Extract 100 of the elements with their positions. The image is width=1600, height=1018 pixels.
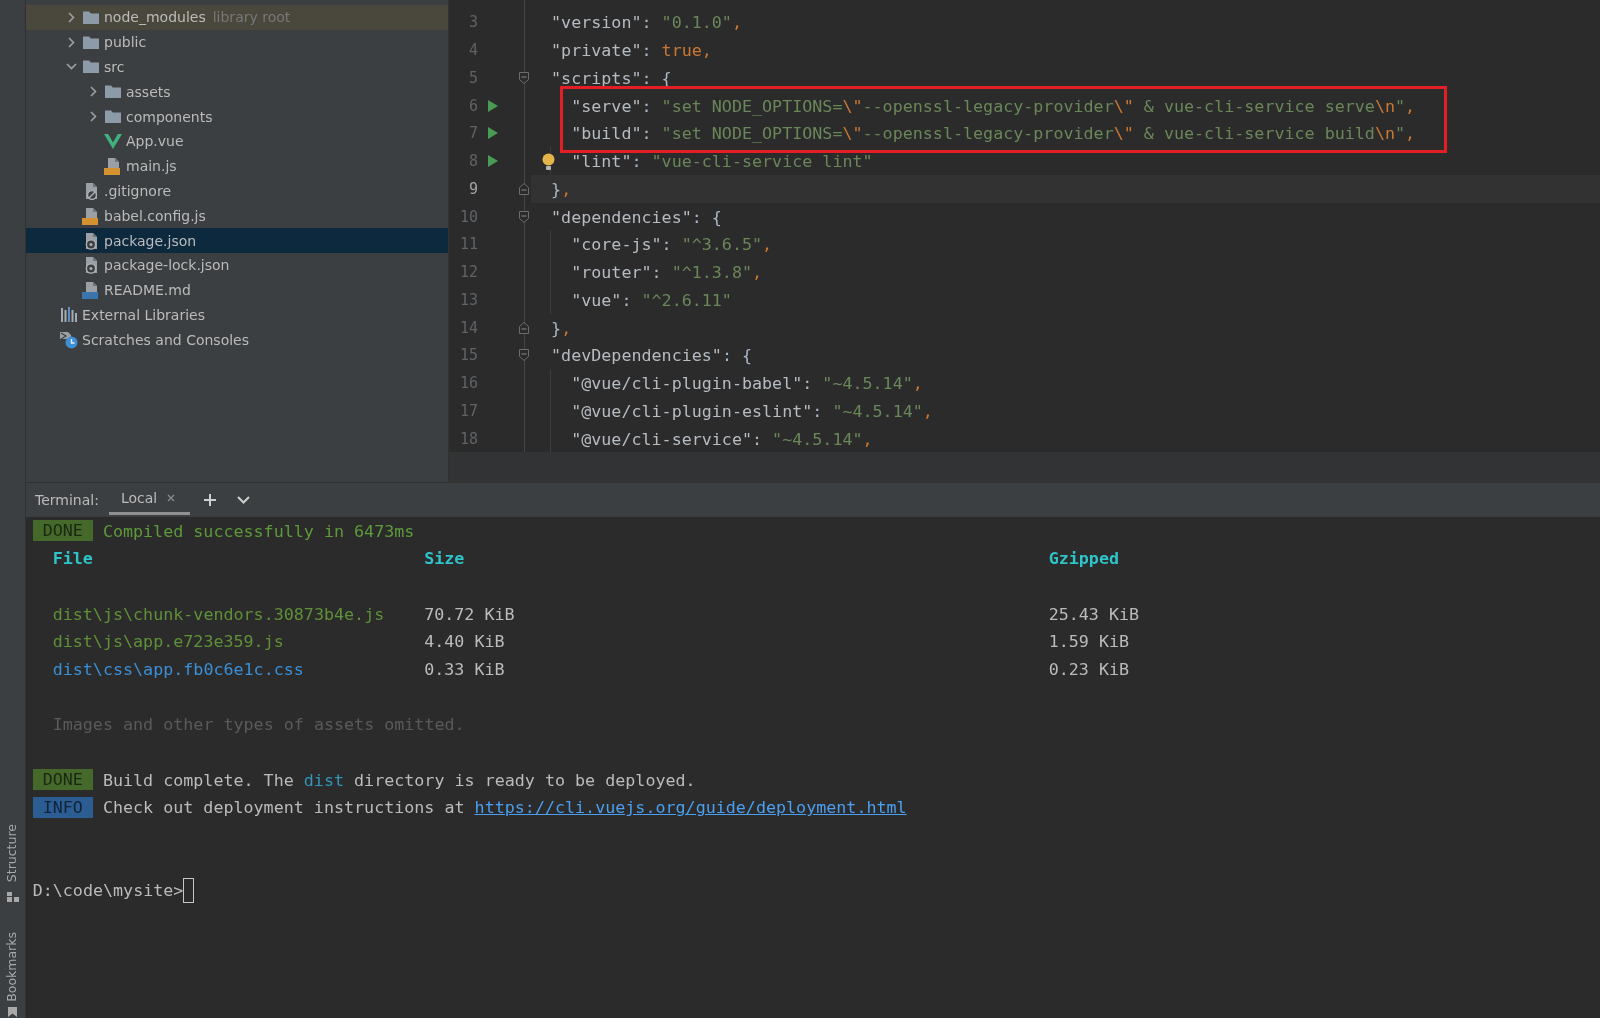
file-size: 4.40 KiB [424, 631, 505, 652]
chevron-down-icon[interactable] [65, 63, 77, 71]
status-message: Build complete. The dist directory is ready to be deployed. [102, 769, 696, 790]
fold-marker-icon[interactable] [519, 321, 529, 334]
file-clock-icon [60, 330, 78, 349]
tree-item[interactable]: node_modules library root [26, 5, 448, 30]
chevron-right-icon[interactable] [89, 111, 97, 123]
code-line: "lint": "vue-cli-service lint" [571, 151, 873, 172]
line-number: 7 [467, 124, 478, 143]
terminal-prompt: D:\code\mysite> [32, 880, 184, 901]
play-icon[interactable] [488, 99, 498, 112]
tree-item[interactable]: App.vue [26, 129, 448, 154]
line-number: 4 [467, 41, 478, 60]
tree-item[interactable]: public [26, 29, 448, 55]
file-tag-icon [82, 281, 100, 300]
terminal-title: Terminal: [35, 492, 99, 508]
line-number: 9 [467, 179, 478, 198]
code-line: "version": "0.1.0", [551, 12, 742, 33]
status-badge: INFO [32, 796, 93, 818]
library-root-hint: library root [212, 9, 291, 26]
folder-icon [104, 109, 122, 125]
file-size: 0.33 KiB [424, 659, 505, 680]
structure-icon [6, 892, 19, 903]
status-message: Check out deployment instructions at https://cli.vuejs.org/guide/deployment.html [102, 797, 907, 818]
tree-item[interactable]: package-lock.json [26, 252, 448, 278]
library-bars-icon [61, 307, 77, 323]
line-number: 14 [458, 318, 478, 337]
file-path: dist\css\app.fb0c6e1c.css [52, 659, 304, 680]
code-line: "core-js": "^3.6.5", [571, 234, 773, 255]
column-header: File [52, 548, 93, 569]
status-message: Compiled successfully in 6473ms [102, 520, 415, 541]
tree-item[interactable]: .gitignore [26, 178, 448, 204]
chevron-right-icon[interactable] [67, 11, 75, 23]
bookmark-icon [8, 1007, 17, 1017]
tree-item[interactable]: src [26, 54, 448, 80]
tree-item[interactable]: babel.config.js [26, 203, 448, 229]
line-number: 12 [458, 263, 478, 282]
column-header: Size [424, 548, 465, 569]
code-line: }, [551, 317, 572, 338]
chevron-down-icon[interactable] [237, 496, 251, 504]
fold-marker-icon[interactable] [519, 349, 529, 362]
code-line: "build": "set NODE_OPTIONS=\"--openssl-legacy-provider\" & vue-cli-service build\n", [571, 123, 1416, 144]
line-number: 16 [458, 374, 478, 393]
line-number: 8 [467, 152, 478, 171]
file-path: dist\js\app.e723e359.js [52, 631, 284, 652]
tool-window-button[interactable]: Bookmarks [6, 932, 19, 1017]
chevron-right-icon[interactable] [89, 86, 97, 98]
v-logo-icon [104, 133, 122, 150]
tool-window-button[interactable]: Structure [6, 824, 19, 903]
code-line: }, [551, 178, 572, 199]
tree-item[interactable]: Scratches and Consoles [26, 327, 448, 353]
fold-marker-icon[interactable] [519, 71, 529, 84]
tree-item[interactable]: assets [26, 79, 448, 105]
tree-item[interactable]: package.json [26, 228, 448, 253]
gzipped-size: 1.59 KiB [1048, 631, 1130, 652]
fold-marker-icon[interactable] [519, 182, 529, 195]
line-number: 10 [458, 207, 478, 226]
code-line: "devDependencies": { [551, 345, 752, 366]
close-icon[interactable] [167, 493, 176, 502]
code-line: "@vue/cli-service": "~4.5.14", [571, 428, 873, 449]
folder-icon [82, 9, 100, 25]
line-number: 17 [458, 401, 478, 420]
tree-item[interactable]: External Libraries [26, 302, 448, 328]
play-icon[interactable] [488, 127, 498, 140]
fold-marker-icon[interactable] [519, 210, 529, 223]
line-number: 3 [467, 13, 478, 32]
url-link[interactable]: https://cli.vuejs.org/guide/deployment.html [474, 797, 907, 818]
line-number: 11 [458, 235, 478, 254]
gzipped-size: 0.23 KiB [1048, 659, 1130, 680]
status-badge: DONE [32, 520, 93, 542]
line-number: 18 [458, 429, 478, 448]
gzipped-size: 25.43 KiB [1048, 603, 1140, 624]
tree-item[interactable]: components [26, 104, 448, 129]
folder-icon [104, 84, 122, 100]
code-line: "serve": "set NODE_OPTIONS=\"--openssl-legacy-provider\" & vue-cli-service serve\n", [571, 95, 1416, 116]
line-number: 13 [458, 290, 478, 309]
code-line: "@vue/cli-plugin-babel": "~4.5.14", [571, 373, 923, 394]
line-number: 5 [467, 68, 478, 87]
file-size: 70.72 KiB [424, 603, 515, 624]
code-line: "vue": "^2.6.11" [571, 289, 732, 310]
code-line: "private": true, [551, 40, 712, 61]
line-number: 15 [458, 346, 478, 365]
code-line: "@vue/cli-plugin-eslint": "~4.5.14", [571, 400, 933, 421]
column-header: Gzipped [1048, 548, 1119, 569]
play-icon[interactable] [488, 155, 498, 168]
status-badge: DONE [32, 769, 93, 791]
tree-item[interactable]: main.js [26, 153, 448, 179]
code-line: "router": "^1.3.8", [571, 262, 763, 283]
file-path: dist\js\chunk-vendors.30873b4e.js [52, 603, 385, 624]
text-cursor-icon [183, 877, 195, 903]
file-tag-icon [104, 157, 122, 176]
plus-icon[interactable] [204, 494, 217, 506]
code-line: "dependencies": { [551, 206, 722, 227]
folder-icon [82, 34, 100, 50]
folder-icon [82, 59, 100, 75]
file-tag-icon [82, 206, 100, 225]
line-number: 6 [467, 96, 478, 115]
tree-item[interactable]: README.md [26, 277, 448, 303]
chevron-right-icon[interactable] [67, 36, 75, 48]
light-bulb-icon[interactable] [542, 152, 555, 170]
